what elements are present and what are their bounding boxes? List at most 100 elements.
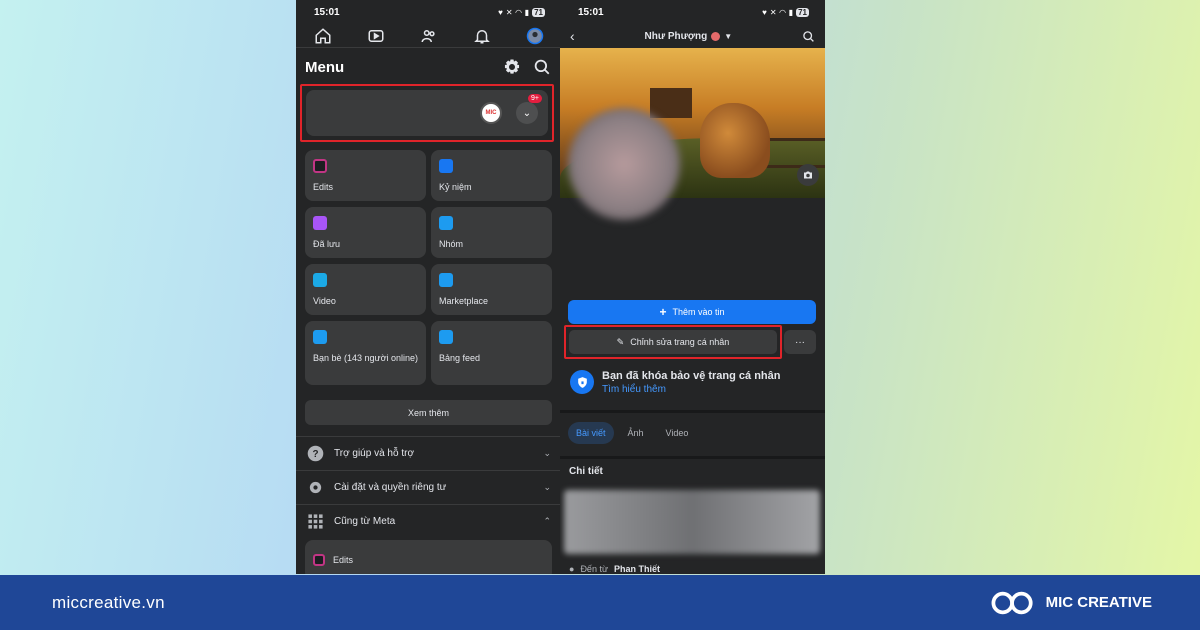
cover-barn bbox=[650, 88, 692, 118]
shortcut-tile[interactable]: Bạn bè (143 người online) bbox=[305, 321, 426, 385]
chevron-down-icon: ⌄ bbox=[543, 481, 551, 492]
friends-tab[interactable] bbox=[418, 25, 440, 47]
profile-screen: 15:01 ♥ ✕ ◠ ▮ 71 ‹ Như Phượng ▼ + Thêm v… bbox=[560, 0, 825, 574]
shortcut-label: Kỷ niệm bbox=[439, 182, 472, 192]
shortcut-label: Edits bbox=[313, 182, 334, 192]
menu-section-label: Trợ giúp và hỗ trợ bbox=[334, 447, 414, 459]
edits-card[interactable]: Edits bbox=[305, 540, 552, 574]
shortcut-tile[interactable]: Marketplace bbox=[431, 264, 552, 315]
edit-profile-highlight: ✎ Chỉnh sửa trang cá nhân bbox=[564, 325, 782, 359]
chevron-up-icon: ⌃ bbox=[543, 515, 551, 526]
shortcut-tile[interactable]: Edits bbox=[305, 150, 426, 201]
gear-icon[interactable] bbox=[503, 58, 521, 76]
shortcut-label: Nhóm bbox=[439, 239, 464, 249]
profile-picture-blurred[interactable] bbox=[568, 108, 680, 220]
home-tab[interactable] bbox=[312, 25, 334, 47]
change-cover-button[interactable] bbox=[797, 164, 819, 186]
back-arrow-icon[interactable]: ‹ bbox=[570, 28, 575, 44]
mute-icon: ✕ bbox=[769, 7, 777, 17]
wifi-icon: ◠ bbox=[515, 7, 522, 17]
header-actions bbox=[503, 58, 551, 76]
shortcut-tile[interactable]: Video bbox=[305, 264, 426, 315]
shortcut-tile[interactable]: Đã lưu bbox=[305, 207, 426, 258]
help-icon: ? bbox=[306, 444, 324, 462]
shortcut-label: Đã lưu bbox=[313, 239, 341, 249]
bell-icon bbox=[473, 29, 490, 43]
more-options-button[interactable]: ··· bbox=[784, 330, 816, 354]
origin-prefix: Đến từ bbox=[580, 564, 608, 574]
search-icon[interactable] bbox=[802, 30, 815, 43]
profile-lock-notice: Bạn đã khóa bảo vệ trang cá nhân Tìm hiể… bbox=[570, 370, 820, 395]
menu-section-label: Cài đặt và quyền riêng tư bbox=[334, 481, 447, 493]
profile-header: ‹ Như Phượng ▼ bbox=[560, 24, 825, 48]
profile-name-dropdown[interactable]: Như Phượng ▼ bbox=[645, 31, 733, 42]
notification-badge: 9+ bbox=[528, 94, 542, 103]
feed-icon bbox=[439, 330, 453, 344]
caret-down-icon: ▼ bbox=[724, 31, 733, 41]
status-bar: 15:01 ♥ ✕ ◠ ▮ 71 bbox=[560, 0, 825, 24]
saved-icon bbox=[313, 216, 327, 230]
search-icon[interactable] bbox=[533, 58, 551, 76]
notifications-tab[interactable] bbox=[471, 25, 493, 47]
signal-icon: ▮ bbox=[788, 7, 794, 17]
menu-tab[interactable] bbox=[524, 25, 546, 47]
brand-footer: miccreative.vn MIC CREATIVE bbox=[0, 575, 1200, 630]
video-play-icon bbox=[368, 29, 383, 42]
status-time: 15:01 bbox=[314, 6, 340, 18]
chevron-down-icon: ⌄ bbox=[522, 107, 532, 119]
profile-card[interactable]: MIC ⌄ 9+ bbox=[306, 90, 548, 136]
memories-icon bbox=[439, 159, 453, 173]
profile-name: Như Phượng bbox=[644, 30, 708, 42]
mic-logo-icon bbox=[991, 591, 1033, 614]
shortcut-label: Bảng feed bbox=[439, 353, 481, 363]
shortcut-tile[interactable]: Kỷ niệm bbox=[431, 150, 552, 201]
video-tab[interactable] bbox=[365, 25, 387, 47]
menu-section-label: Cũng từ Meta bbox=[334, 515, 396, 527]
shortcut-tile[interactable]: Bảng feed bbox=[431, 321, 552, 385]
add-story-label: Thêm vào tin bbox=[672, 307, 725, 317]
home-icon bbox=[315, 27, 330, 43]
profile-card-highlight: MIC ⌄ 9+ bbox=[300, 84, 554, 142]
wifi-icon: ◠ bbox=[779, 7, 786, 17]
signal-icon: ▮ bbox=[524, 7, 530, 17]
add-story-button[interactable]: + Thêm vào tin bbox=[568, 300, 816, 324]
groups-icon bbox=[439, 216, 453, 230]
status-icons: ♥ ✕ ◠ ▮ 71 bbox=[498, 7, 545, 17]
profile-tab[interactable]: Bài viết bbox=[568, 422, 614, 444]
origin-row: ● Đến từ Phan Thiết bbox=[569, 564, 660, 574]
camera-icon bbox=[804, 171, 812, 179]
menu-screen: 15:01 ♥ ✕ ◠ ▮ 71 Menu MIC ⌄ 9+ EditsKỷ bbox=[296, 0, 561, 574]
avatar-icon bbox=[526, 27, 543, 44]
details-blurred-content bbox=[564, 490, 820, 554]
cover-dog bbox=[700, 103, 770, 178]
shortcut-label: Video bbox=[313, 296, 336, 306]
details-heading: Chi tiết bbox=[569, 466, 603, 477]
account-switch-button[interactable]: ⌄ bbox=[516, 102, 538, 124]
marketplace-icon bbox=[439, 273, 453, 287]
grid-icon bbox=[306, 512, 324, 530]
lock-title: Bạn đã khóa bảo vệ trang cá nhân bbox=[602, 370, 781, 382]
shortcut-tile[interactable]: Nhóm bbox=[431, 207, 552, 258]
svg-text:?: ? bbox=[312, 449, 318, 460]
brand-mark: MIC CREATIVE bbox=[990, 589, 1152, 617]
menu-section[interactable]: ? Trợ giúp và hỗ trợ ⌄ bbox=[296, 436, 561, 469]
people-icon bbox=[421, 29, 435, 42]
learn-more-link[interactable]: Tìm hiểu thêm bbox=[602, 384, 781, 395]
edit-profile-label: Chỉnh sửa trang cá nhân bbox=[630, 337, 730, 347]
status-bar: 15:01 ♥ ✕ ◠ ▮ 71 bbox=[296, 0, 561, 24]
profile-tab[interactable]: Video bbox=[658, 422, 697, 444]
chevron-down-icon: ⌄ bbox=[543, 447, 551, 458]
menu-section[interactable]: Cài đặt và quyền riêng tư ⌄ bbox=[296, 470, 561, 503]
edit-profile-button[interactable]: ✎ Chỉnh sửa trang cá nhân bbox=[569, 330, 777, 354]
battery-indicator: 71 bbox=[796, 7, 809, 17]
website-url[interactable]: miccreative.vn bbox=[52, 593, 165, 613]
page-logo-icon: MIC bbox=[480, 102, 502, 124]
top-nav-bar bbox=[296, 24, 561, 48]
heart-icon: ♥ bbox=[762, 7, 767, 17]
menu-section[interactable]: Cũng từ Meta ⌃ bbox=[296, 504, 561, 537]
profile-tab[interactable]: Ảnh bbox=[620, 422, 652, 444]
shield-lock-icon bbox=[570, 370, 594, 394]
status-time: 15:01 bbox=[578, 6, 604, 18]
settings-gear-icon bbox=[306, 478, 324, 496]
see-more-button[interactable]: Xem thêm bbox=[305, 400, 552, 425]
